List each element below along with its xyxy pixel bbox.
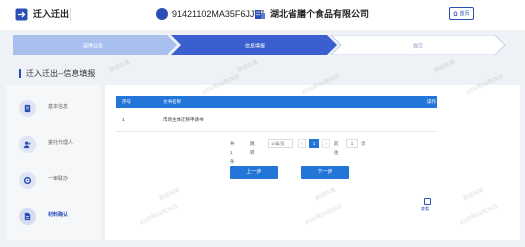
main-content: 序号 文书名称 操作 1 市场主体迁移申请书 查看	[105, 85, 520, 240]
pagination-total: 共1条	[230, 141, 235, 164]
pagination-jump-label: 跳转	[250, 141, 255, 155]
row-document-name: 市场主体迁移申请书	[163, 117, 204, 122]
sidebar-item-label: 基本信息	[48, 104, 69, 110]
step-progress-bar: 选择业务 信息填报 提交	[13, 35, 506, 55]
table-header: 序号 文书名称 操作	[116, 96, 437, 108]
view-document-link[interactable]: 查看	[421, 206, 429, 211]
goto-prefix: 前往	[334, 141, 339, 155]
home-button[interactable]: 首页	[449, 7, 474, 20]
users-icon	[19, 136, 36, 153]
sidebar-item-material-confirm[interactable]: 材料确认	[6, 199, 101, 233]
migration-icon	[15, 8, 28, 21]
column-header-index: 序号	[122, 99, 131, 104]
watermark-env: 测试环境	[433, 59, 456, 75]
column-header-action: 操作	[427, 99, 436, 104]
column-header-document-name: 文书名称	[163, 99, 181, 104]
credit-code-icon	[156, 8, 168, 20]
prev-page-button[interactable]: ‹	[298, 139, 306, 148]
document-icon	[19, 100, 36, 117]
page-number-current[interactable]: 1	[309, 139, 319, 148]
table-row: 1 市场主体迁移申请书	[116, 108, 437, 132]
target-icon	[19, 172, 36, 189]
goto-suffix: 页	[361, 141, 366, 146]
step-label-submit: 提交	[413, 43, 423, 50]
document-table: 序号 文书名称 操作 1 市场主体迁移申请书	[116, 96, 437, 132]
next-step-button[interactable]: 下一步	[301, 166, 349, 179]
home-button-label: 首页	[459, 11, 470, 17]
sidebar-item-basic-info[interactable]: 基本信息	[6, 91, 101, 125]
sidebar-item-agent[interactable]: 委托代理人	[6, 127, 101, 161]
section-title-marker	[19, 69, 21, 78]
credit-code: 91421102MA35F6JJ77	[172, 9, 265, 19]
view-document-icon[interactable]	[424, 198, 431, 205]
section-title: 迁入迁出--信息填报	[26, 69, 96, 78]
sidebar-item-label: 材料确认	[48, 212, 69, 218]
sidebar-item-label: 一审联办	[48, 176, 69, 182]
row-index: 1	[122, 117, 125, 122]
sidebar-item-label: 委托代理人	[48, 140, 74, 146]
step-label-select-business: 选择业务	[83, 43, 103, 50]
step-label-fill-info: 信息填报	[245, 43, 265, 50]
header-divider	[70, 8, 71, 21]
app-title: 迁入迁出	[33, 9, 70, 19]
file-icon	[19, 208, 36, 225]
page-size-select[interactable]: 10条/页	[268, 139, 293, 148]
home-icon	[453, 11, 459, 16]
watermark-env: 测试环境	[108, 59, 131, 75]
prev-step-button[interactable]: 上一步	[230, 166, 278, 179]
goto-page-input[interactable]: 1	[346, 139, 358, 148]
app-header: 迁入迁出 91421102MA35F6JJ77 湖北省膳个食品有限公司 首页	[0, 0, 525, 30]
building-icon	[255, 10, 265, 19]
company-name: 湖北省膳个食品有限公司	[270, 9, 370, 19]
next-page-button[interactable]: ›	[322, 139, 330, 148]
sidebar: 基本信息 委托代理人 一审联办 材料确认	[6, 85, 101, 240]
watermark-env: 测试环境	[236, 59, 259, 75]
sidebar-item-joint-review[interactable]: 一审联办	[6, 163, 101, 197]
